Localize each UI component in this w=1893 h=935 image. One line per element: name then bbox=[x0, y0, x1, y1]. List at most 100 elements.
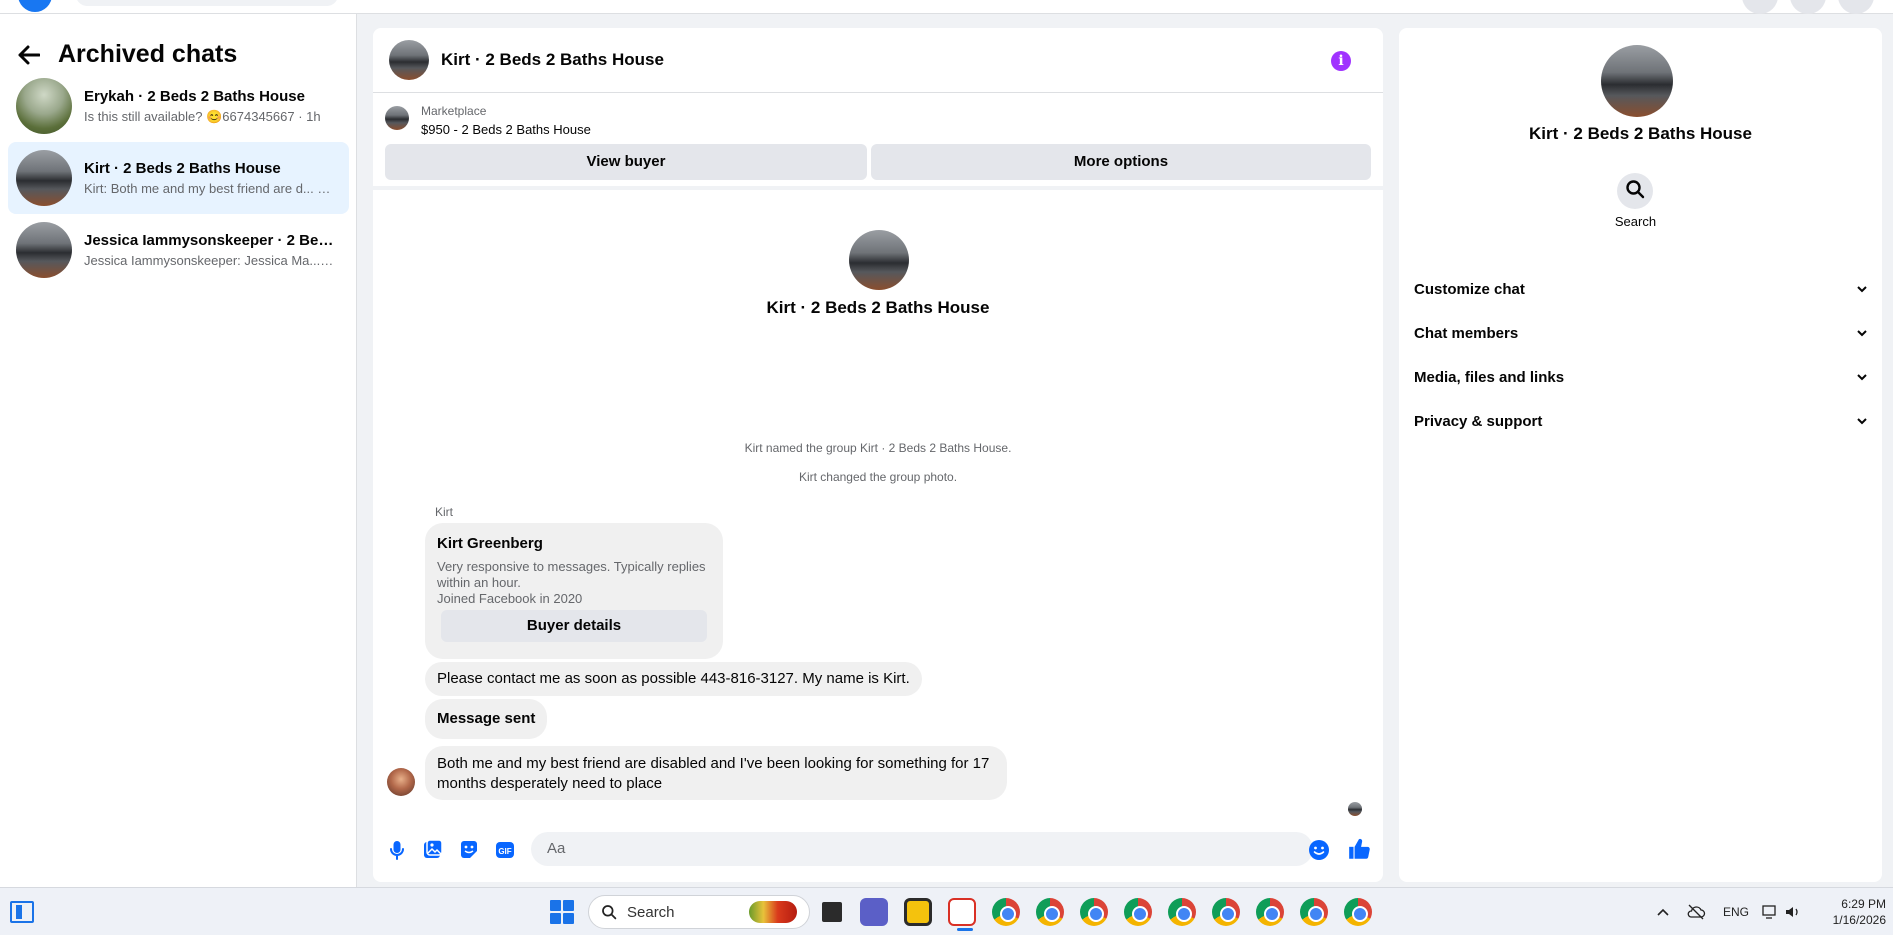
windows-taskbar: Search ENG 6:29 PM 1/16/2026 bbox=[0, 887, 1893, 935]
chevron-down-icon bbox=[1856, 412, 1868, 430]
facebook-search-input[interactable] bbox=[76, 0, 338, 6]
conversation-panel: Kirt · 2 Beds 2 Baths House i Marketplac… bbox=[373, 28, 1383, 882]
task-view-icon[interactable] bbox=[818, 898, 846, 926]
notifications-icon[interactable] bbox=[1838, 0, 1874, 14]
thread-intro-avatar bbox=[849, 230, 909, 290]
chevron-down-icon bbox=[1856, 368, 1868, 386]
back-arrow-icon[interactable] bbox=[18, 45, 40, 65]
info-icon[interactable]: i bbox=[1331, 51, 1351, 71]
avatar bbox=[16, 222, 72, 278]
windows-start-icon[interactable] bbox=[550, 900, 574, 924]
sticker-icon[interactable] bbox=[457, 838, 481, 862]
media-files-links-section[interactable]: Media, files and links bbox=[1414, 357, 1868, 397]
section-label: Media, files and links bbox=[1414, 368, 1565, 386]
section-label: Customize chat bbox=[1414, 280, 1525, 298]
chrome-profile-icon[interactable] bbox=[1080, 898, 1108, 926]
sidebar-title: Archived chats bbox=[58, 40, 238, 68]
system-message: Kirt named the group Kirt · 2 Beds 2 Bat… bbox=[744, 441, 1012, 455]
facebook-logo-icon[interactable] bbox=[18, 0, 52, 12]
section-label: Privacy & support bbox=[1414, 412, 1543, 430]
chat-name: Jessica Iammysonskeeper · 2 Beds ... bbox=[84, 232, 334, 249]
show-hidden-icons-chevron-icon[interactable] bbox=[1656, 888, 1670, 935]
chat-name: Kirt · 2 Beds 2 Baths House bbox=[84, 160, 281, 177]
volume-icon[interactable] bbox=[1784, 888, 1802, 935]
group-avatar[interactable] bbox=[389, 40, 429, 80]
marketplace-listing-banner: Marketplace $950 - 2 Beds 2 Baths House … bbox=[373, 94, 1383, 190]
info-panel-title: Kirt · 2 Beds 2 Baths House bbox=[1529, 124, 1752, 143]
sender-name: Kirt bbox=[435, 505, 453, 519]
customize-chat-section[interactable]: Customize chat bbox=[1414, 269, 1868, 309]
archived-chats-sidebar: Archived chats Erykah · 2 Beds 2 Baths H… bbox=[0, 14, 357, 887]
cloud-off-icon[interactable] bbox=[1686, 888, 1706, 935]
search-icon bbox=[602, 905, 617, 920]
chat-members-section[interactable]: Chat members bbox=[1414, 313, 1868, 353]
widgets-icon[interactable] bbox=[10, 901, 34, 923]
conversation-info-panel: Kirt · 2 Beds 2 Baths House Search Custo… bbox=[1399, 28, 1882, 882]
search-icon bbox=[1625, 179, 1645, 204]
conversation-title[interactable]: Kirt · 2 Beds 2 Baths House bbox=[441, 50, 664, 70]
chat-preview: Kirt: Both me and my best friend are d..… bbox=[84, 181, 334, 196]
listing-title[interactable]: $950 - 2 Beds 2 Baths House bbox=[421, 122, 591, 137]
clock-time: 6:29 PM bbox=[1841, 897, 1886, 911]
search-highlight-icon bbox=[749, 901, 797, 923]
chat-list-item[interactable]: Erykah · 2 Beds 2 Baths House Is this st… bbox=[8, 70, 349, 142]
chat-list: Erykah · 2 Beds 2 Baths House Is this st… bbox=[8, 70, 349, 286]
sticky-notes-icon[interactable] bbox=[904, 898, 932, 926]
top-navigation-bar bbox=[0, 0, 1893, 14]
view-buyer-button[interactable]: View buyer bbox=[385, 144, 867, 180]
chrome-profile-icon[interactable] bbox=[1344, 898, 1372, 926]
section-label: Chat members bbox=[1414, 324, 1519, 342]
marketplace-label: Marketplace bbox=[421, 104, 487, 118]
search-in-conversation-button[interactable] bbox=[1617, 173, 1653, 209]
taskbar-search-box[interactable]: Search bbox=[588, 895, 810, 929]
emoji-icon[interactable] bbox=[1307, 838, 1331, 862]
chevron-down-icon bbox=[1856, 280, 1868, 298]
chat-name: Erykah · 2 Beds 2 Baths House bbox=[84, 87, 305, 105]
more-options-button[interactable]: More options bbox=[871, 144, 1371, 180]
sidebar-header: Archived chats bbox=[18, 40, 237, 69]
teams-icon[interactable] bbox=[860, 898, 888, 926]
sender-avatar bbox=[387, 768, 415, 796]
buyer-details-button[interactable]: Buyer details bbox=[441, 610, 707, 642]
chrome-icon[interactable] bbox=[992, 898, 1020, 926]
chrome-profile-icon[interactable] bbox=[1300, 898, 1328, 926]
chat-list-item-active[interactable]: Kirt · 2 Beds 2 Baths House Kirt: Both m… bbox=[8, 142, 349, 214]
chat-list-item[interactable]: Jessica Iammysonskeeper · 2 Beds ... Jes… bbox=[8, 214, 349, 286]
menu-icon[interactable] bbox=[1742, 0, 1778, 14]
message-bubble[interactable]: Message sent bbox=[425, 699, 548, 739]
snipping-tool-icon[interactable] bbox=[948, 898, 976, 926]
photo-icon[interactable] bbox=[421, 838, 445, 862]
chat-preview: Jessica Iammysonskeeper: Jessica Ma... ·… bbox=[84, 253, 334, 268]
thumbs-up-icon[interactable] bbox=[1347, 836, 1371, 860]
thread-intro-name: Kirt · 2 Beds 2 Baths House bbox=[766, 298, 990, 317]
chrome-profile-icon[interactable] bbox=[1256, 898, 1284, 926]
avatar bbox=[16, 78, 72, 134]
chrome-profile-icon[interactable] bbox=[1212, 898, 1240, 926]
chrome-profile-icon[interactable] bbox=[1124, 898, 1152, 926]
clock-date: 1/16/2026 bbox=[1832, 913, 1886, 927]
language-indicator[interactable]: ENG bbox=[1723, 888, 1749, 935]
message-input[interactable]: Aa bbox=[531, 832, 1313, 866]
read-receipt-avatar bbox=[1348, 802, 1362, 816]
chat-preview: Is this still available? 😊6674345667 · 1… bbox=[84, 108, 321, 124]
microphone-icon[interactable] bbox=[385, 838, 409, 862]
message-bubble[interactable]: Please contact me as soon as possible 44… bbox=[425, 662, 922, 696]
network-icon[interactable] bbox=[1762, 888, 1780, 935]
chrome-profile-icon[interactable] bbox=[1168, 898, 1196, 926]
message-bubble[interactable]: Both me and my best friend are disabled … bbox=[425, 746, 1007, 800]
system-message: Kirt changed the group photo. bbox=[798, 470, 958, 484]
chrome-profile-icon[interactable] bbox=[1036, 898, 1064, 926]
privacy-support-section[interactable]: Privacy & support bbox=[1414, 401, 1868, 441]
listing-thumbnail[interactable] bbox=[385, 106, 409, 130]
search-label: Search bbox=[1614, 214, 1657, 229]
taskbar-search-label: Search bbox=[627, 903, 675, 921]
group-avatar-large bbox=[1601, 45, 1673, 117]
system-clock[interactable]: 6:29 PM 1/16/2026 bbox=[1806, 896, 1886, 928]
messenger-icon[interactable] bbox=[1790, 0, 1826, 14]
svg-text:GIF: GIF bbox=[498, 847, 511, 856]
gif-icon[interactable]: GIF bbox=[493, 838, 517, 862]
buyer-description: Very responsive to messages. Typically r… bbox=[437, 559, 713, 607]
conversation-header: Kirt · 2 Beds 2 Baths House i bbox=[373, 28, 1383, 93]
message-composer: GIF Aa bbox=[373, 826, 1383, 874]
chevron-down-icon bbox=[1856, 324, 1868, 342]
